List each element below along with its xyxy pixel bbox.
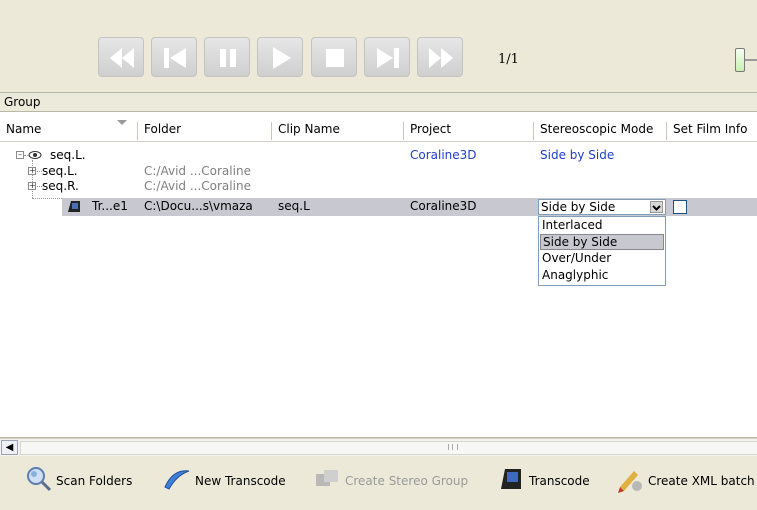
scroll-left-button[interactable]: ◀ xyxy=(1,440,18,455)
group-header-label: Group xyxy=(4,95,41,109)
scan-folders-button[interactable]: Scan Folders xyxy=(24,465,146,493)
scan-folders-label: Scan Folders xyxy=(56,474,133,488)
dropdown-option-selected[interactable]: Side by Side xyxy=(540,234,664,250)
column-clip-name[interactable]: Clip Name xyxy=(272,122,404,140)
row-name: Tr...e1 xyxy=(92,199,128,213)
collapse-icon[interactable]: – xyxy=(16,151,24,159)
bottom-toolbar: Scan Folders New Transcode Create Stereo… xyxy=(0,457,757,510)
rewind-button[interactable] xyxy=(98,37,144,77)
transcode-button[interactable]: Transcode xyxy=(497,465,599,493)
xml-batch-icon xyxy=(618,471,642,493)
column-folder-label: Folder xyxy=(144,122,182,136)
skip-back-icon xyxy=(164,48,186,68)
clip-icon xyxy=(68,201,80,212)
transcode-label: Transcode xyxy=(529,474,590,488)
skip-forward-icon xyxy=(377,48,399,68)
column-set-film-info[interactable]: Set Film Info xyxy=(667,122,757,140)
tree-line xyxy=(32,198,62,199)
group-header: Group xyxy=(0,92,757,112)
dropdown-option[interactable]: Interlaced xyxy=(540,218,664,234)
row-folder: C:\Docu...s\vmaza xyxy=(144,199,253,213)
row-name: seq.L. xyxy=(50,148,86,162)
create-xml-batch-label: Create XML batch xyxy=(648,474,755,488)
select-value: Side by Side xyxy=(541,200,616,214)
fast-forward-icon xyxy=(429,48,453,68)
new-transcode-button[interactable]: New Transcode xyxy=(163,465,295,493)
chevron-down-icon[interactable] xyxy=(650,201,663,213)
column-set-film-info-label: Set Film Info xyxy=(673,122,748,136)
grip-icon xyxy=(448,444,458,450)
set-film-info-checkbox[interactable] xyxy=(673,200,687,214)
row-project: Coraline3D xyxy=(410,199,477,213)
stop-icon xyxy=(326,49,344,67)
column-project-label: Project xyxy=(410,122,452,136)
row-folder: C:/Avid ...Coraline xyxy=(144,164,251,178)
expand-icon[interactable]: + xyxy=(28,167,36,175)
dropdown-option[interactable]: Over/Under xyxy=(540,251,664,267)
new-transcode-label: New Transcode xyxy=(195,474,286,488)
previous-button[interactable] xyxy=(151,37,197,77)
column-project[interactable]: Project xyxy=(404,122,534,140)
magnifier-people-icon xyxy=(27,467,52,492)
swoosh-icon xyxy=(164,470,190,490)
play-icon xyxy=(273,47,291,69)
row-name: seq.R. xyxy=(42,179,79,193)
play-button[interactable] xyxy=(257,37,303,77)
sort-arrow-icon xyxy=(117,120,127,125)
row-name: seq.L. xyxy=(42,164,78,178)
row-mode: Side by Side xyxy=(540,148,615,162)
next-button[interactable] xyxy=(364,37,410,77)
stereoscopic-mode-dropdown: Interlaced Side by Side Over/Under Anagl… xyxy=(538,216,666,286)
column-folder[interactable]: Folder xyxy=(138,122,272,140)
level-meter xyxy=(735,48,745,72)
scroll-thumb[interactable] xyxy=(20,441,757,455)
expand-icon[interactable]: + xyxy=(28,182,36,190)
column-name-label: Name xyxy=(6,122,42,136)
rewind-icon xyxy=(110,48,134,68)
create-xml-batch-button[interactable]: Create XML batch xyxy=(616,465,757,493)
fast-forward-button[interactable] xyxy=(417,37,463,77)
column-clip-name-label: Clip Name xyxy=(278,122,340,136)
transport-bar: 1/1 xyxy=(0,0,757,90)
table-row[interactable]: – seq.L. Coraline3D Side by Side xyxy=(0,147,757,163)
row-project: Coraline3D xyxy=(410,148,477,162)
meter-connector xyxy=(745,59,757,61)
create-stereo-group-button[interactable]: Create Stereo Group xyxy=(313,465,481,493)
row-folder: C:/Avid ...Coraline xyxy=(144,179,251,193)
dropdown-option[interactable]: Anaglyphic xyxy=(540,268,664,284)
column-header-row: Name Folder Clip Name Project Stereoscop… xyxy=(0,112,757,142)
column-stereoscopic-mode-label: Stereoscopic Mode xyxy=(540,122,654,136)
create-stereo-group-label: Create Stereo Group xyxy=(345,474,469,488)
column-stereoscopic-mode[interactable]: Stereoscopic Mode xyxy=(534,122,667,140)
pause-icon xyxy=(220,49,236,67)
table-row[interactable]: + seq.R. C:/Avid ...Coraline xyxy=(0,178,757,194)
eye-icon[interactable] xyxy=(28,150,42,160)
stop-button[interactable] xyxy=(311,37,357,77)
stereoscopic-mode-select[interactable]: Side by Side xyxy=(538,199,666,215)
table-row[interactable]: + seq.L. C:/Avid ...Coraline xyxy=(0,163,757,179)
pause-button[interactable] xyxy=(204,37,250,77)
stereo-group-icon xyxy=(316,470,338,486)
frame-counter: 1/1 xyxy=(498,52,519,67)
transcode-icon xyxy=(501,469,521,489)
horizontal-scrollbar[interactable]: ◀ xyxy=(0,438,757,456)
row-clip-name: seq.L xyxy=(278,199,310,213)
